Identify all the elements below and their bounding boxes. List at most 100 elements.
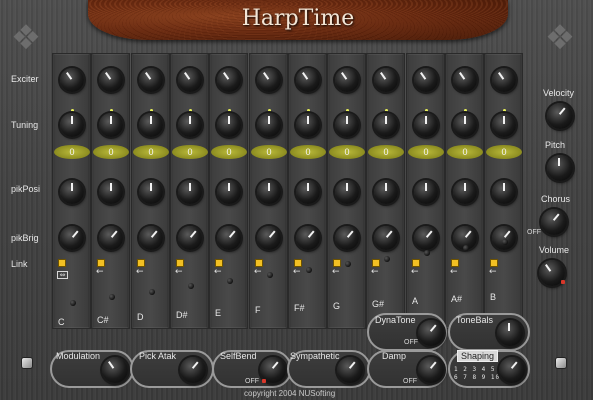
tuning-knob[interactable] bbox=[139, 113, 163, 137]
tuning-center-marker bbox=[425, 109, 428, 112]
link-toggle[interactable] bbox=[58, 259, 66, 267]
link-toggle[interactable] bbox=[412, 259, 420, 267]
tuning-center-marker bbox=[346, 109, 349, 112]
chorus-off-label: OFF bbox=[527, 229, 541, 236]
exciter-knob[interactable] bbox=[296, 68, 320, 92]
pikposi-knob[interactable] bbox=[99, 180, 123, 204]
string-led bbox=[267, 272, 273, 278]
pikposi-knob[interactable] bbox=[374, 180, 398, 204]
exciter-knob[interactable] bbox=[335, 68, 359, 92]
tuning-knob[interactable] bbox=[296, 113, 320, 137]
celtic-knot-icon: ❖ bbox=[544, 18, 576, 58]
tuning-center-marker bbox=[150, 109, 153, 112]
note-label: D# bbox=[176, 310, 188, 320]
sympathetic-knob[interactable] bbox=[337, 357, 363, 383]
tuning-knob[interactable] bbox=[178, 113, 202, 137]
pikposi-knob[interactable] bbox=[296, 180, 320, 204]
string-channel: 0 ← A bbox=[406, 53, 445, 329]
tuning-value-display: 0 bbox=[486, 145, 522, 159]
tonebals-knob[interactable] bbox=[497, 320, 523, 346]
tuning-knob[interactable] bbox=[453, 113, 477, 137]
pikbrig-knob[interactable] bbox=[139, 226, 163, 250]
pikbrig-knob[interactable] bbox=[296, 226, 320, 250]
link-toggle[interactable] bbox=[372, 259, 380, 267]
arrow-left-icon: ← bbox=[254, 267, 262, 277]
pikposi-knob[interactable] bbox=[217, 180, 241, 204]
string-channel: 0 ← F# bbox=[288, 53, 327, 329]
exciter-knob[interactable] bbox=[217, 68, 241, 92]
string-led bbox=[149, 289, 155, 295]
string-channel: 0 ← C# bbox=[91, 53, 130, 329]
pikposi-knob[interactable] bbox=[492, 180, 516, 204]
pitch-knob[interactable] bbox=[547, 155, 573, 181]
link-toggle[interactable] bbox=[333, 259, 341, 267]
pikposi-knob[interactable] bbox=[414, 180, 438, 204]
pikposi-knob[interactable] bbox=[139, 180, 163, 204]
harptime-plugin-window: HarpTime ❖ ❖ Exciter Tuning pikPosi pikB… bbox=[0, 0, 593, 400]
tuning-knob[interactable] bbox=[492, 113, 516, 137]
pick-atak-knob[interactable] bbox=[180, 357, 206, 383]
dynatone-knob[interactable] bbox=[418, 320, 444, 346]
modulation-label: Modulation bbox=[56, 351, 101, 361]
pikbrig-knob[interactable] bbox=[492, 226, 516, 250]
arrow-left-icon: ← bbox=[411, 267, 419, 277]
tuning-knob[interactable] bbox=[414, 113, 438, 137]
note-label: C# bbox=[97, 315, 109, 325]
tuning-knob[interactable] bbox=[60, 113, 84, 137]
link-toggle[interactable] bbox=[176, 259, 184, 267]
pikbrig-knob[interactable] bbox=[178, 226, 202, 250]
pikposi-knob[interactable] bbox=[257, 180, 281, 204]
chorus-knob[interactable] bbox=[541, 209, 567, 235]
string-led bbox=[463, 245, 469, 251]
pikbrig-knob[interactable] bbox=[99, 226, 123, 250]
exciter-knob[interactable] bbox=[178, 68, 202, 92]
pikposi-knob[interactable] bbox=[453, 180, 477, 204]
tuning-knob[interactable] bbox=[217, 113, 241, 137]
arrow-left-icon: ← bbox=[136, 267, 144, 277]
shaping-options-row2[interactable]: 6 7 8 9 10 bbox=[454, 374, 500, 381]
pikposi-knob[interactable] bbox=[335, 180, 359, 204]
tuning-value-display: 0 bbox=[93, 145, 129, 159]
modulation-knob[interactable] bbox=[102, 357, 128, 383]
velocity-knob[interactable] bbox=[547, 103, 573, 129]
string-channel: 0 ← D# bbox=[170, 53, 209, 329]
exciter-knob[interactable] bbox=[492, 68, 516, 92]
string-channel: 0 ← G# bbox=[366, 53, 405, 329]
note-label: A# bbox=[451, 294, 463, 304]
exciter-knob[interactable] bbox=[453, 68, 477, 92]
tuning-value-display: 0 bbox=[447, 145, 483, 159]
tuning-knob[interactable] bbox=[257, 113, 281, 137]
link-toggle[interactable] bbox=[255, 259, 263, 267]
exciter-knob[interactable] bbox=[374, 68, 398, 92]
link-toggle[interactable] bbox=[490, 259, 498, 267]
exciter-knob[interactable] bbox=[414, 68, 438, 92]
exciter-knob[interactable] bbox=[139, 68, 163, 92]
link-toggle[interactable] bbox=[451, 259, 459, 267]
exciter-knob[interactable] bbox=[60, 68, 84, 92]
shaping-knob[interactable] bbox=[499, 357, 525, 383]
pikposi-knob[interactable] bbox=[178, 180, 202, 204]
damp-off-label: OFF bbox=[403, 378, 417, 385]
pikbrig-knob[interactable] bbox=[217, 226, 241, 250]
arrow-left-icon: ← bbox=[371, 267, 379, 277]
link-toggle[interactable] bbox=[294, 259, 302, 267]
string-led bbox=[502, 239, 508, 245]
link-toggle[interactable] bbox=[215, 259, 223, 267]
link-toggle[interactable] bbox=[97, 259, 105, 267]
tuning-knob[interactable] bbox=[99, 113, 123, 137]
tuning-knob[interactable] bbox=[374, 113, 398, 137]
damp-knob[interactable] bbox=[418, 357, 444, 383]
link-toggle[interactable] bbox=[137, 259, 145, 267]
pikbrig-knob[interactable] bbox=[335, 226, 359, 250]
shaping-label[interactable]: Shaping bbox=[457, 350, 499, 362]
shaping-options-row1[interactable]: 1 2 3 4 5 bbox=[454, 366, 496, 373]
pikbrig-knob[interactable] bbox=[257, 226, 281, 250]
pikbrig-knob[interactable] bbox=[374, 226, 398, 250]
exciter-knob[interactable] bbox=[99, 68, 123, 92]
arrow-left-icon: ← bbox=[96, 267, 104, 277]
pikbrig-knob[interactable] bbox=[60, 226, 84, 250]
pikbrig-knob[interactable] bbox=[414, 226, 438, 250]
pikposi-knob[interactable] bbox=[60, 180, 84, 204]
tuning-knob[interactable] bbox=[335, 113, 359, 137]
exciter-knob[interactable] bbox=[257, 68, 281, 92]
